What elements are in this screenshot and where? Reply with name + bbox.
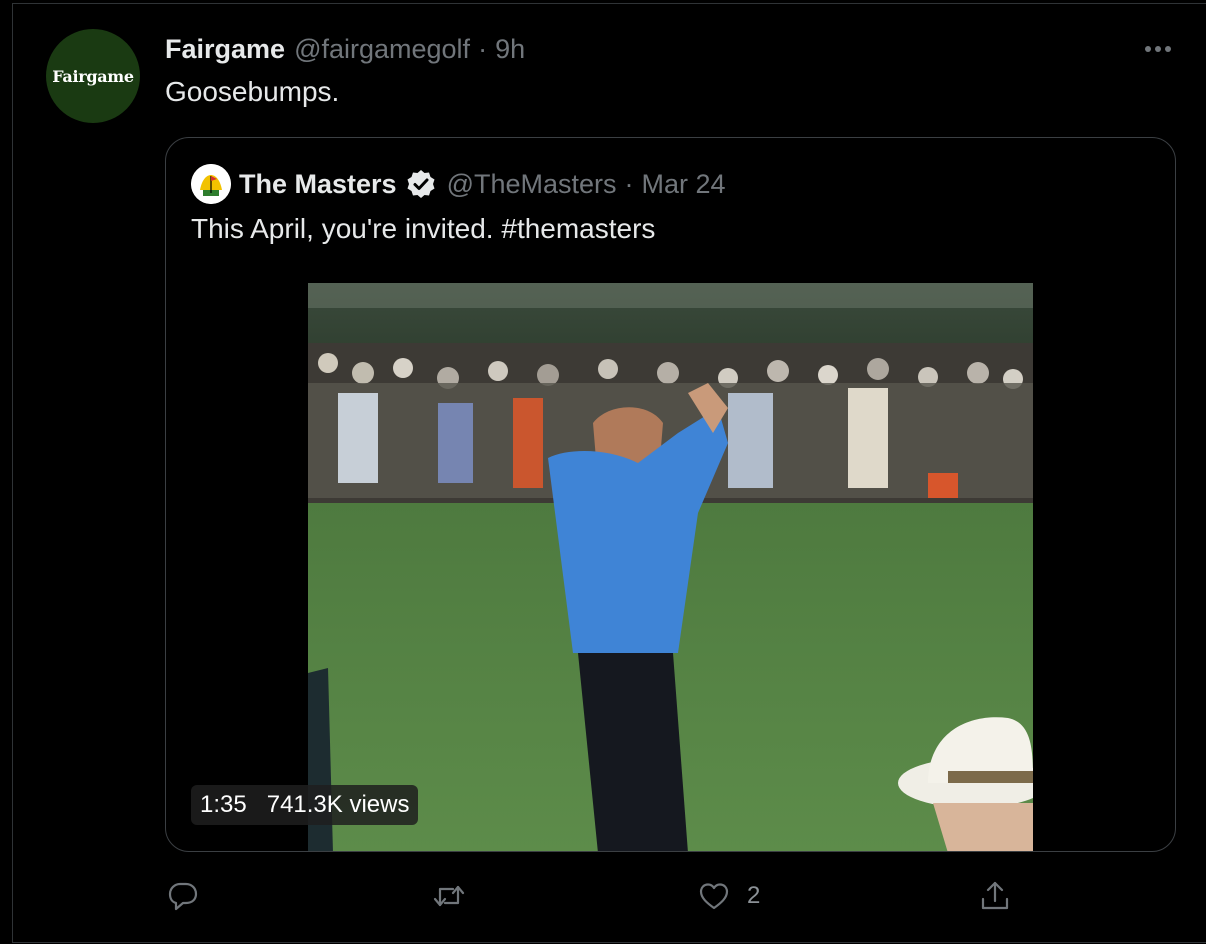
video-stats-badge: 1:35 741.3K views <box>191 785 419 825</box>
quoted-header: The Masters @TheMasters · Mar 24 <box>239 164 726 204</box>
tweet-header: Fairgame @fairgamegolf · 9h <box>165 30 525 68</box>
video-duration: 1:35 <box>200 791 247 818</box>
timestamp[interactable]: 9h <box>495 34 525 65</box>
reply-button[interactable] <box>166 876 200 916</box>
like-icon <box>699 883 729 910</box>
masters-logo-icon[interactable] <box>191 164 231 204</box>
tweet-text: Goosebumps. <box>165 76 340 107</box>
avatar-logo-text: Fairgame <box>52 66 134 86</box>
author-handle[interactable]: @fairgamegolf <box>294 34 470 65</box>
video-player[interactable] <box>308 283 1033 851</box>
video-views: 741.3K views <box>266 791 410 818</box>
action-bar: 2 <box>0 876 1206 916</box>
retweet-button[interactable] <box>432 876 466 916</box>
video-frame-image <box>308 283 1033 851</box>
quoted-date[interactable]: Mar 24 <box>642 169 726 200</box>
retweet-icon <box>433 885 465 907</box>
avatar[interactable]: Fairgame <box>46 29 140 123</box>
separator-dot: · <box>478 33 488 64</box>
share-button[interactable] <box>978 876 1012 916</box>
share-icon <box>981 881 1009 910</box>
quoted-author-handle[interactable]: @TheMasters <box>447 169 617 200</box>
quoted-author-name[interactable]: The Masters <box>239 169 397 200</box>
author-name[interactable]: Fairgame <box>165 34 285 65</box>
verified-badge-icon <box>405 168 437 200</box>
quoted-tweet-text: This April, you're invited. #themasters <box>191 213 656 244</box>
reply-icon <box>168 882 198 911</box>
quoted-tweet[interactable]: The Masters @TheMasters · Mar 24 This Ap… <box>165 137 1176 852</box>
more-icon[interactable] <box>1138 36 1178 62</box>
separator-dot: · <box>624 168 634 199</box>
like-button[interactable]: 2 <box>697 876 760 916</box>
like-count: 2 <box>747 882 761 909</box>
